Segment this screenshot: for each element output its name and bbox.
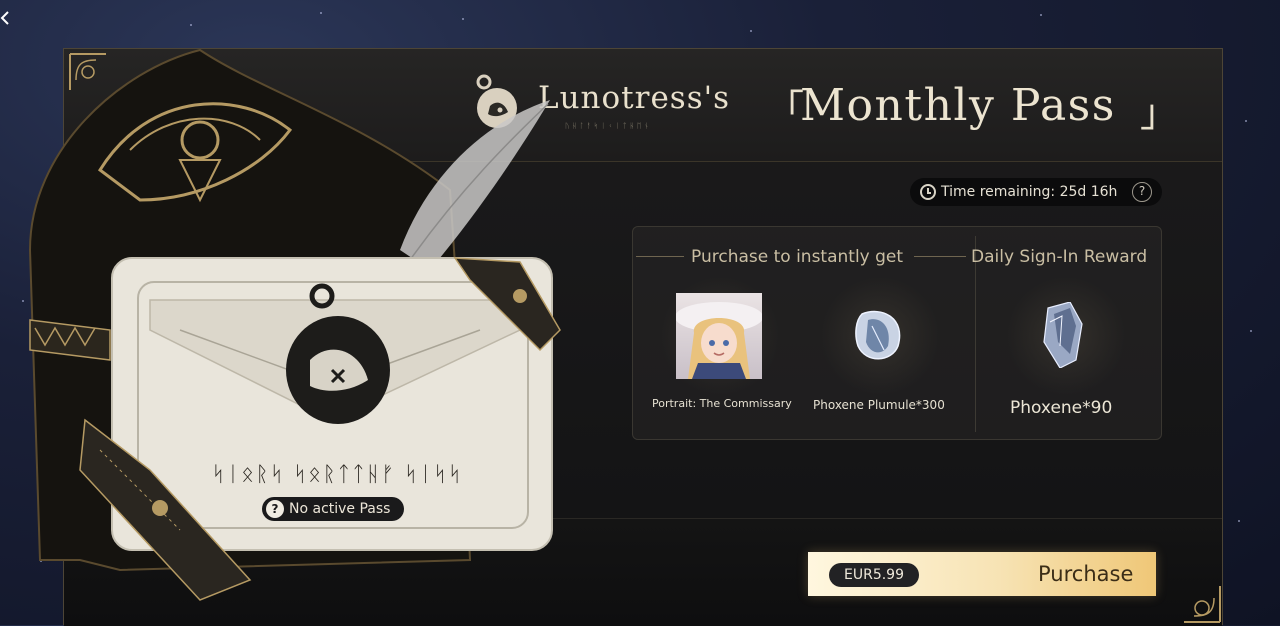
card-runic-title: ᛋᛁᛟᚱᛋ ᛋᛟᚱᛏᛏᚺᚠ ᛋᛁᛋᛋ bbox=[212, 462, 463, 486]
instant-rewards-label: Purchase to instantly get bbox=[691, 247, 904, 267]
purchase-button-label[interactable]: Purchase bbox=[1038, 562, 1133, 586]
price-badge: EUR5.99 bbox=[829, 563, 919, 587]
corner-ornament-icon bbox=[1184, 586, 1221, 623]
phoxene-crystal-icon[interactable] bbox=[1040, 302, 1086, 368]
daily-reward-item-label: Phoxene*90 bbox=[1010, 398, 1113, 418]
daily-reward-label: Daily Sign-In Reward bbox=[971, 247, 1148, 267]
star bbox=[1245, 120, 1247, 122]
plumule-item-label: Phoxene Plumule*300 bbox=[813, 398, 945, 412]
page-title: Monthly Pass bbox=[800, 80, 1116, 131]
decorative-line bbox=[914, 256, 966, 257]
clock-icon bbox=[920, 184, 936, 200]
star bbox=[1238, 520, 1240, 522]
pass-card-artwork bbox=[28, 48, 561, 601]
portrait-icon[interactable] bbox=[676, 293, 762, 379]
time-remaining-badge: Time remaining: 25d 16h ? bbox=[910, 178, 1162, 206]
plumule-gem-icon[interactable] bbox=[852, 306, 908, 366]
star bbox=[1040, 14, 1042, 16]
help-icon[interactable]: ? bbox=[266, 500, 284, 518]
decorative-line bbox=[636, 256, 684, 257]
time-remaining-text: Time remaining: 25d 16h bbox=[941, 184, 1118, 200]
title-bracket-close: 」 bbox=[1140, 91, 1179, 135]
pass-status-text: No active Pass bbox=[289, 501, 391, 517]
star bbox=[750, 30, 752, 32]
title-bracket-open: 「 bbox=[766, 87, 805, 131]
star bbox=[1250, 330, 1252, 332]
portrait-item-label: Portrait: The Commissary bbox=[652, 397, 792, 410]
pass-status-badge[interactable]: ? No active Pass bbox=[262, 497, 404, 521]
help-icon[interactable]: ? bbox=[1132, 182, 1152, 202]
